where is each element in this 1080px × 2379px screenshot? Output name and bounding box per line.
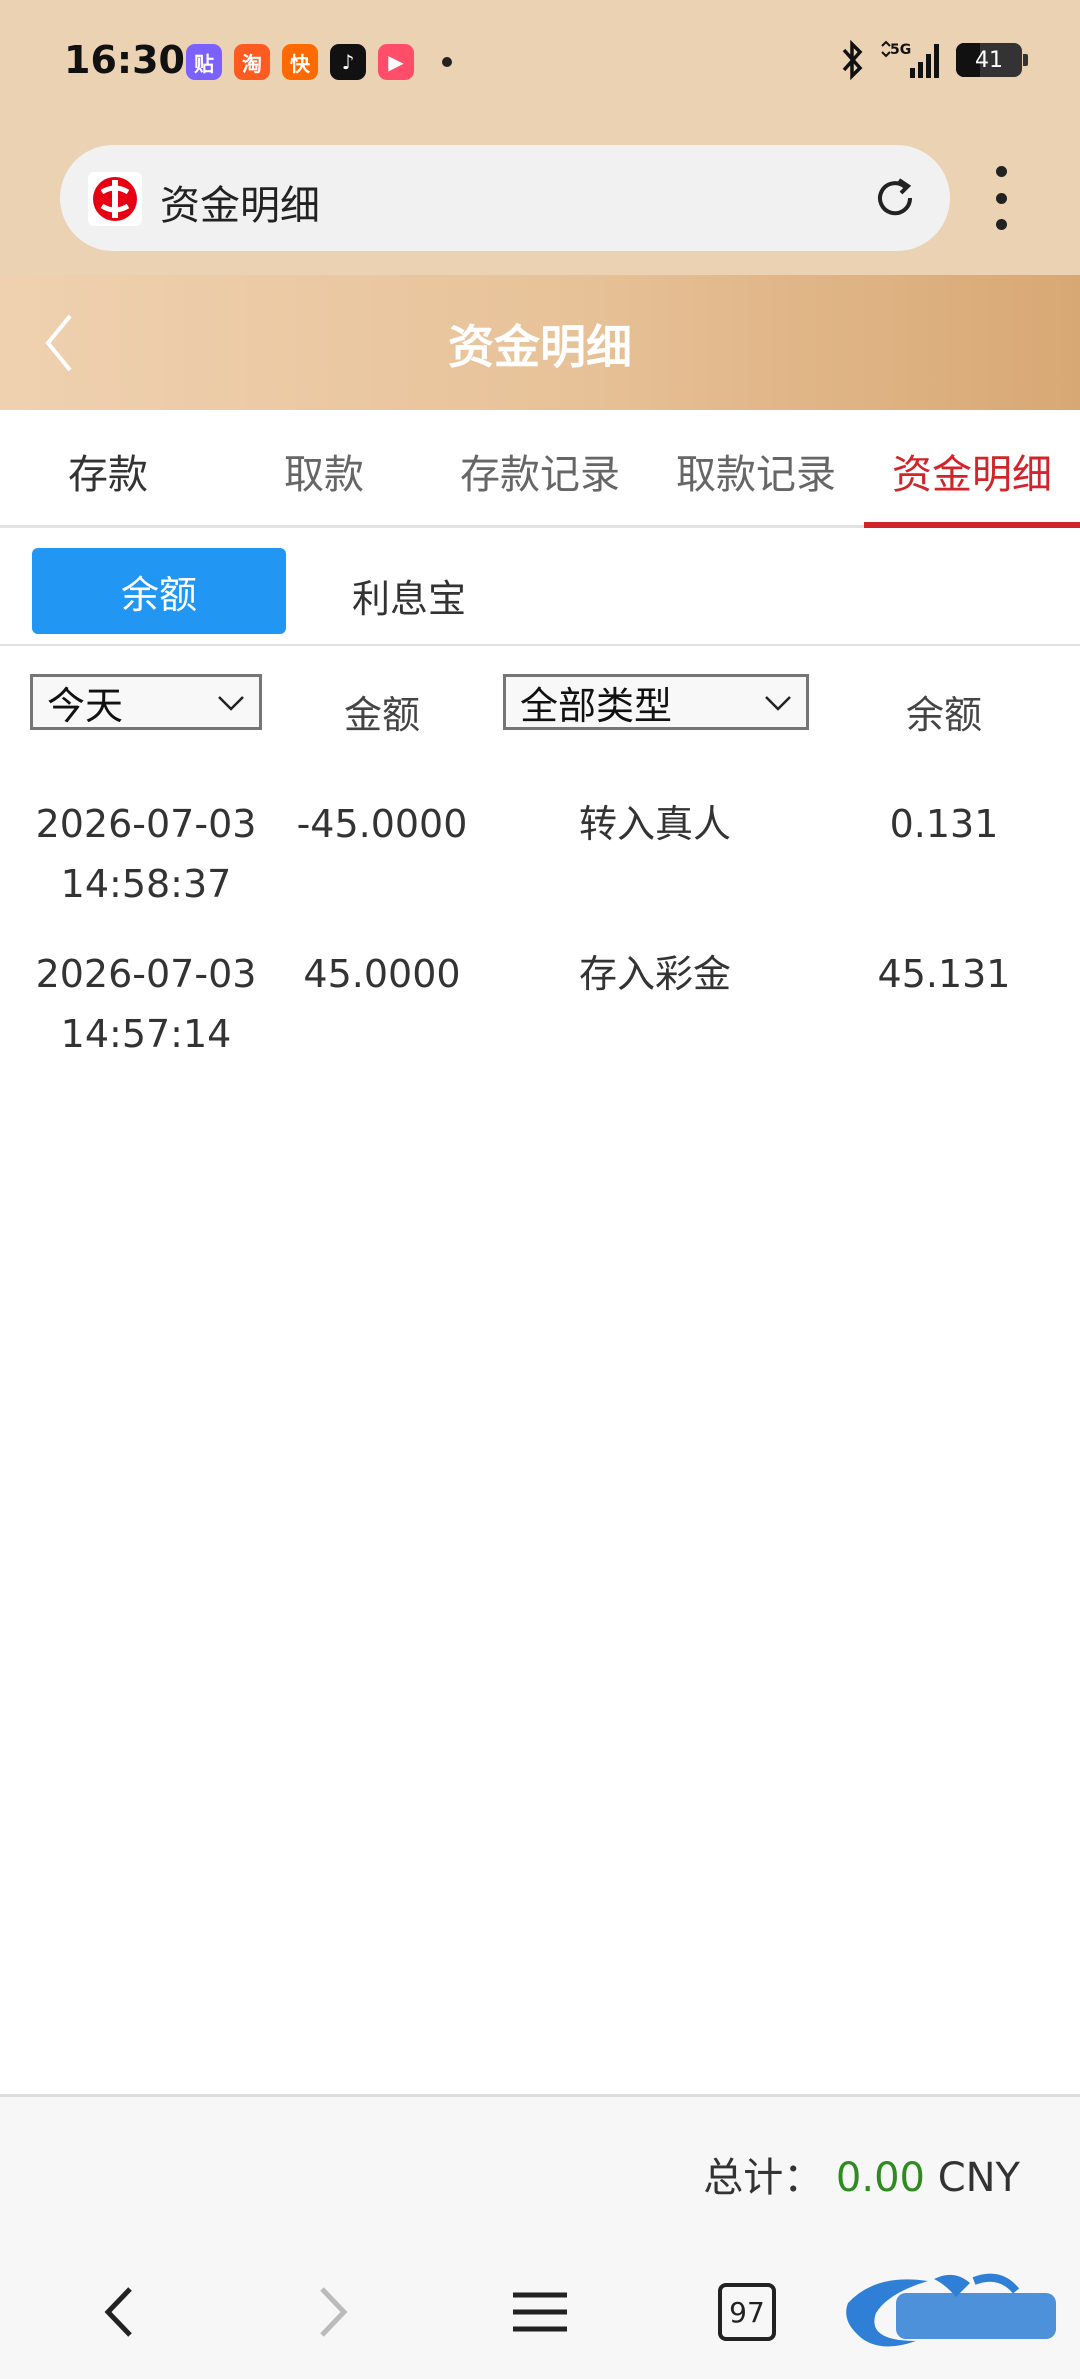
- total-amount: 0.00: [835, 2155, 925, 2201]
- row-time: 14:58:37: [60, 862, 232, 906]
- total-summary: 总计： 0.00 CNY: [703, 2145, 1020, 2203]
- row-datetime: 2026-07-03 14:58:37: [26, 794, 266, 914]
- tab-count-button[interactable]: 97: [718, 2283, 776, 2341]
- row-balance: 45.131: [877, 952, 1011, 996]
- more-notifications-icon: [442, 57, 452, 67]
- row-type: 存入彩金: [578, 952, 731, 996]
- taobao-icon: 淘: [234, 44, 270, 80]
- status-bar: 16:30 贴淘快 ♪ ▶ 5G 41: [0, 0, 1080, 130]
- filter-row: 今天 金额 全部类型 余额: [0, 674, 1080, 740]
- tab-deposit[interactable]: 存款: [0, 410, 216, 525]
- row-date: 2026-07-03: [35, 802, 257, 846]
- kuaishou-icon: 快: [282, 44, 318, 80]
- table-row: 2026-07-03 14:58:37 -45.0000 转入真人 0.131: [0, 794, 1080, 934]
- battery-level: 41: [975, 47, 1003, 73]
- table-row: 2026-07-03 14:57:14 45.0000 存入彩金 45.131: [0, 944, 1080, 1084]
- type-select-value: 全部类型: [520, 683, 673, 728]
- system-icons: 5G 41: [840, 40, 1028, 80]
- video-player-icon: ▶: [378, 44, 414, 80]
- amount-header: 金额: [343, 693, 420, 737]
- footer: 总计： 0.00 CNY 97: [0, 2094, 1080, 2379]
- tab-withdraw[interactable]: 取款: [216, 410, 432, 525]
- nav-back-icon[interactable]: [86, 2277, 156, 2347]
- row-datetime: 2026-07-03 14:57:14: [26, 944, 266, 1064]
- page-header: 资金明细: [0, 275, 1080, 410]
- browser-nav-bar: 97: [0, 2257, 1080, 2367]
- reload-icon[interactable]: [868, 171, 922, 225]
- nav-forward-icon[interactable]: [296, 2277, 366, 2347]
- chevron-down-icon: [765, 696, 791, 711]
- tab-bar: 存款 取款 存款记录 取款记录 资金明细: [0, 410, 1080, 528]
- nav-menu-icon[interactable]: [505, 2277, 575, 2347]
- chevron-down-icon: [218, 696, 244, 711]
- tieba-icon: 贴: [186, 44, 222, 80]
- tiktok-icon: ♪: [330, 44, 366, 80]
- row-amount: -45.0000: [296, 802, 468, 846]
- signal-icon: 5G: [881, 40, 939, 78]
- date-select-value: 今天: [47, 683, 124, 728]
- row-date: 2026-07-03: [35, 952, 257, 996]
- date-select[interactable]: 今天: [30, 674, 262, 730]
- notification-icons: 贴淘快 ♪ ▶: [186, 44, 452, 80]
- watermark-logo-icon: [846, 2273, 1056, 2347]
- network-type-label: 5G: [890, 42, 911, 58]
- row-type: 转入真人: [578, 802, 731, 846]
- page-title: 资金明细: [448, 320, 632, 374]
- address-bar[interactable]: 资金明细: [60, 145, 950, 251]
- battery-icon: 41: [956, 43, 1028, 77]
- type-select[interactable]: 全部类型: [503, 674, 809, 730]
- subtab-interest[interactable]: 利息宝: [352, 568, 466, 623]
- subtab-balance[interactable]: 余额: [32, 548, 286, 634]
- status-time: 16:30: [64, 38, 185, 82]
- tab-fund-details[interactable]: 资金明细: [864, 410, 1080, 528]
- bluetooth-icon: [842, 40, 863, 80]
- url-title: 资金明细: [160, 183, 320, 229]
- total-label: 总计：: [703, 2155, 824, 2201]
- site-logo-icon: [88, 172, 142, 226]
- subtab-bar: 余额 利息宝: [0, 528, 1080, 646]
- tab-deposit-records[interactable]: 存款记录: [432, 410, 648, 525]
- row-time: 14:57:14: [60, 1012, 232, 1056]
- balance-header: 余额: [905, 693, 982, 737]
- row-balance: 0.131: [889, 802, 999, 846]
- row-amount: 45.0000: [303, 952, 461, 996]
- tab-withdraw-records[interactable]: 取款记录: [648, 410, 864, 525]
- browser-menu-icon[interactable]: [986, 166, 1016, 230]
- total-currency: CNY: [937, 2155, 1020, 2201]
